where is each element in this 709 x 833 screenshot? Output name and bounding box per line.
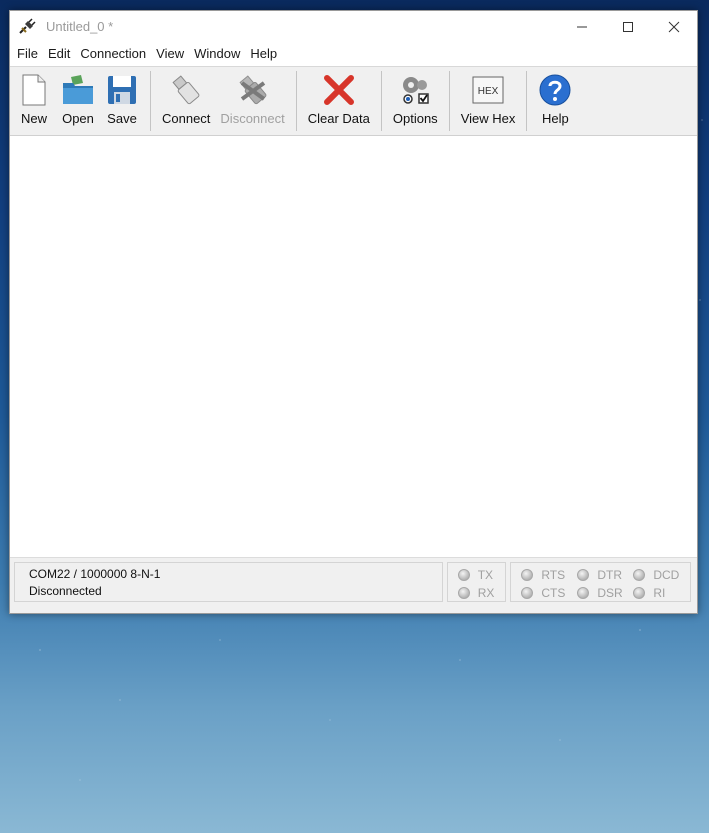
disconnect-label: Disconnect (220, 111, 285, 126)
clear-red-x-icon (323, 75, 354, 105)
save-label: Save (107, 111, 137, 126)
clear-data-button[interactable]: Clear Data (303, 67, 375, 135)
led-indicator (521, 569, 534, 581)
data-display-area[interactable] (10, 136, 697, 558)
close-icon (668, 21, 680, 32)
tx-label: TX (477, 568, 494, 582)
line-leds-panel: RTS DTR DCD CTS DSR RI (510, 562, 691, 602)
led-indicator (521, 587, 534, 599)
port-settings-text: COM22 / 1000000 8-N-1 (29, 567, 161, 581)
new-label: New (20, 111, 47, 126)
options-gear-icon (403, 77, 430, 104)
menu-file[interactable]: File (12, 42, 43, 66)
connect-button[interactable]: Connect (157, 67, 215, 135)
options-button[interactable]: Options (388, 67, 443, 135)
open-button[interactable]: Open (56, 67, 100, 135)
dtr-led: DTR (577, 566, 633, 584)
maximize-button[interactable] (605, 11, 651, 42)
led-indicator (457, 587, 470, 599)
window-title: Untitled_0 * (46, 19, 114, 34)
rts-label: RTS (541, 568, 566, 582)
new-document-icon (22, 74, 46, 106)
connection-status-panel: COM22 / 1000000 8-N-1 Disconnected (14, 562, 443, 602)
toolbar-separator (295, 71, 297, 131)
toolbar-separator (448, 71, 450, 131)
hex-view-icon: HEX (472, 76, 504, 104)
rx-led: RX (457, 584, 506, 602)
disconnect-button[interactable]: Disconnect (215, 67, 289, 135)
open-folder-icon (63, 75, 93, 104)
toolbar-separator (150, 71, 151, 131)
tx-led: TX (457, 566, 506, 584)
help-button[interactable]: Help (533, 67, 577, 135)
toolbar: New Open Save Connect Disconnect Clear D… (10, 66, 697, 136)
status-bar: COM22 / 1000000 8-N-1 Disconnected TX RX… (10, 558, 697, 614)
toolbar-separator (380, 71, 382, 131)
open-label: Open (62, 111, 94, 126)
help-question-icon (539, 74, 571, 106)
connection-state-text: Disconnected (29, 584, 102, 598)
rts-led: RTS (521, 566, 577, 584)
clear-data-label: Clear Data (307, 111, 370, 126)
save-button[interactable]: Save (100, 67, 144, 135)
app-window: Untitled_0 * File Edit Connection View W… (9, 10, 698, 614)
dcd-label: DCD (653, 568, 680, 582)
app-plug-icon (19, 17, 36, 34)
led-indicator (633, 569, 646, 581)
menu-view[interactable]: View (151, 42, 189, 66)
cts-label: CTS (541, 586, 566, 600)
led-indicator (633, 587, 646, 599)
title-bar[interactable]: Untitled_0 * (10, 11, 697, 42)
menu-bar: File Edit Connection View Window Help (10, 42, 697, 66)
led-indicator (457, 569, 470, 581)
menu-help[interactable]: Help (245, 42, 282, 66)
dsr-label: DSR (597, 586, 623, 600)
dcd-led: DCD (633, 566, 689, 584)
view-hex-button[interactable]: HEX View Hex (456, 67, 521, 135)
ri-label: RI (653, 586, 666, 600)
new-button[interactable]: New (12, 67, 56, 135)
usb-disconnect-icon (239, 75, 266, 105)
minimize-icon (577, 26, 587, 27)
led-indicator (577, 569, 590, 581)
close-button[interactable] (651, 11, 697, 42)
menu-edit[interactable]: Edit (43, 42, 75, 66)
connect-label: Connect (162, 111, 211, 126)
save-disk-icon (108, 76, 136, 104)
data-leds-panel: TX RX (446, 562, 507, 602)
options-label: Options (392, 111, 438, 126)
menu-window[interactable]: Window (189, 42, 245, 66)
hex-icon-text: HEX (478, 86, 499, 97)
help-label: Help (542, 111, 569, 126)
dsr-led: DSR (577, 584, 633, 602)
ri-led: RI (633, 584, 689, 602)
menu-connection[interactable]: Connection (75, 42, 151, 66)
usb-connect-icon (172, 75, 200, 105)
cts-led: CTS (521, 584, 577, 602)
rx-label: RX (477, 586, 495, 600)
minimize-button[interactable] (559, 11, 605, 42)
dtr-label: DTR (597, 568, 623, 582)
view-hex-label: View Hex (460, 111, 516, 126)
toolbar-separator (526, 71, 528, 131)
led-indicator (577, 587, 590, 599)
maximize-icon (623, 21, 633, 32)
